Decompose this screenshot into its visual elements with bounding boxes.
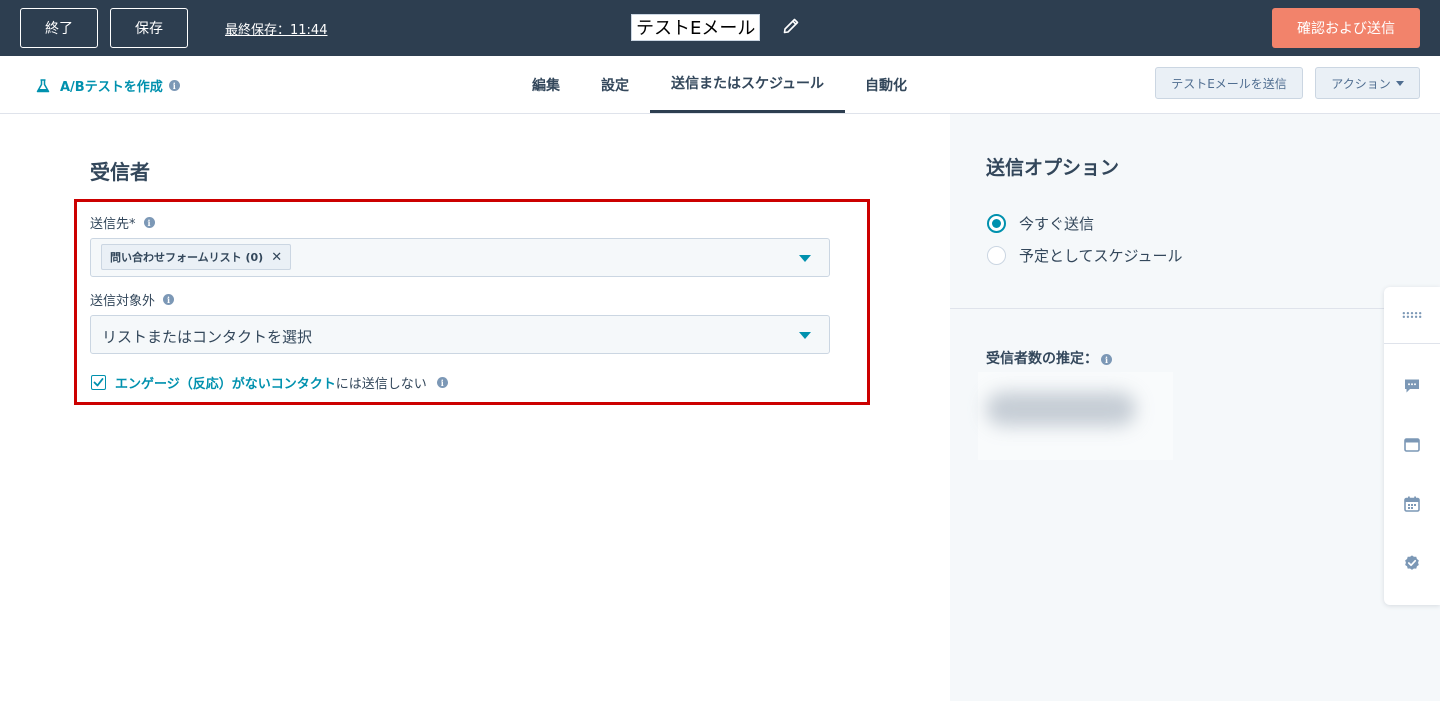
list-chip-label: 問い合わせフォームリスト (0) xyxy=(110,251,264,264)
pencil-icon[interactable] xyxy=(783,18,799,34)
close-icon[interactable]: ✕ xyxy=(271,250,282,265)
floating-toolbar xyxy=(1384,287,1440,605)
exclude-select[interactable]: リストまたはコンタクトを選択 xyxy=(90,315,830,354)
info-icon[interactable]: i xyxy=(143,217,155,228)
radio-send-now[interactable]: 今すぐ送信 xyxy=(987,213,1094,234)
estimate-title-text: 受信者数の推定： xyxy=(986,351,1098,367)
radio-button[interactable] xyxy=(987,246,1006,265)
tab-edit[interactable]: 編集 xyxy=(532,56,560,113)
chevron-down-icon[interactable] xyxy=(799,332,811,339)
tab-settings[interactable]: 設定 xyxy=(601,56,629,113)
send-test-email-button[interactable]: テストEメールを送信 xyxy=(1155,67,1303,99)
nav-bar: A/Bテストを作成 i 編集 設定 送信またはスケジュール 自動化 テストEメー… xyxy=(0,56,1440,114)
radio-send-now-label: 今すぐ送信 xyxy=(1019,215,1095,233)
review-and-send-button[interactable]: 確認および送信 xyxy=(1272,8,1420,48)
blur-shape xyxy=(986,392,1136,426)
exclude-label: 送信対象外 i xyxy=(90,290,175,309)
recipient-estimate-title: 受信者数の推定： i xyxy=(986,348,1112,368)
tab-send-or-schedule[interactable]: 送信またはスケジュール xyxy=(650,56,845,113)
info-icon[interactable]: i xyxy=(436,377,448,388)
divider xyxy=(950,308,1440,309)
window-icon[interactable] xyxy=(1402,435,1422,455)
grid-icon[interactable] xyxy=(1402,305,1422,325)
chat-icon[interactable] xyxy=(1402,376,1422,396)
radio-schedule-label: 予定としてスケジュール xyxy=(1019,247,1183,265)
info-icon[interactable]: i xyxy=(168,80,180,91)
calendar-icon[interactable] xyxy=(1402,494,1422,514)
unengaged-checkbox-row: エンゲージ（反応）がないコンタクト には送信しない i xyxy=(91,373,448,392)
info-icon[interactable]: i xyxy=(163,294,175,305)
radio-schedule[interactable]: 予定としてスケジュール xyxy=(987,245,1183,266)
chevron-down-icon xyxy=(1395,80,1404,86)
send-to-label-text: 送信先* xyxy=(90,217,136,232)
divider xyxy=(1384,343,1440,344)
top-bar: 終了 保存 最終保存：11:44 テストEメール 確認および送信 xyxy=(0,0,1440,56)
actions-dropdown[interactable]: アクション xyxy=(1315,67,1420,99)
unengaged-suffix: には送信しない xyxy=(335,377,427,392)
flask-icon xyxy=(36,78,50,92)
blurred-estimate-value xyxy=(978,372,1173,460)
exit-button[interactable]: 終了 xyxy=(20,8,98,48)
email-name-field[interactable]: テストEメール xyxy=(631,14,761,41)
save-button[interactable]: 保存 xyxy=(110,8,188,48)
unengaged-checkbox[interactable] xyxy=(91,375,106,390)
send-to-select[interactable]: 問い合わせフォームリスト (0) ✕ xyxy=(90,238,830,277)
checkmark-icon xyxy=(93,378,104,387)
radio-button[interactable] xyxy=(987,214,1006,233)
verified-check-icon[interactable] xyxy=(1402,553,1422,573)
unengaged-contacts-link[interactable]: エンゲージ（反応）がないコンタクト xyxy=(115,373,336,392)
last-saved-link[interactable]: 最終保存：11:44 xyxy=(225,19,327,38)
actions-label: アクション xyxy=(1331,76,1391,91)
list-chip: 問い合わせフォームリスト (0) ✕ xyxy=(101,244,292,270)
info-icon[interactable]: i xyxy=(1101,354,1112,365)
send-to-label: 送信先* i xyxy=(90,213,155,232)
ab-test-link[interactable]: A/Bテストを作成 i xyxy=(36,76,180,95)
chevron-down-icon[interactable] xyxy=(799,255,811,262)
tab-automation[interactable]: 自動化 xyxy=(865,56,907,113)
exclude-label-text: 送信対象外 xyxy=(90,294,156,309)
ab-test-label: A/Bテストを作成 xyxy=(60,80,163,95)
send-options-title: 送信オプション xyxy=(986,157,1120,179)
exclude-placeholder: リストまたはコンタクトを選択 xyxy=(102,328,313,346)
recipients-title: 受信者 xyxy=(90,160,150,184)
